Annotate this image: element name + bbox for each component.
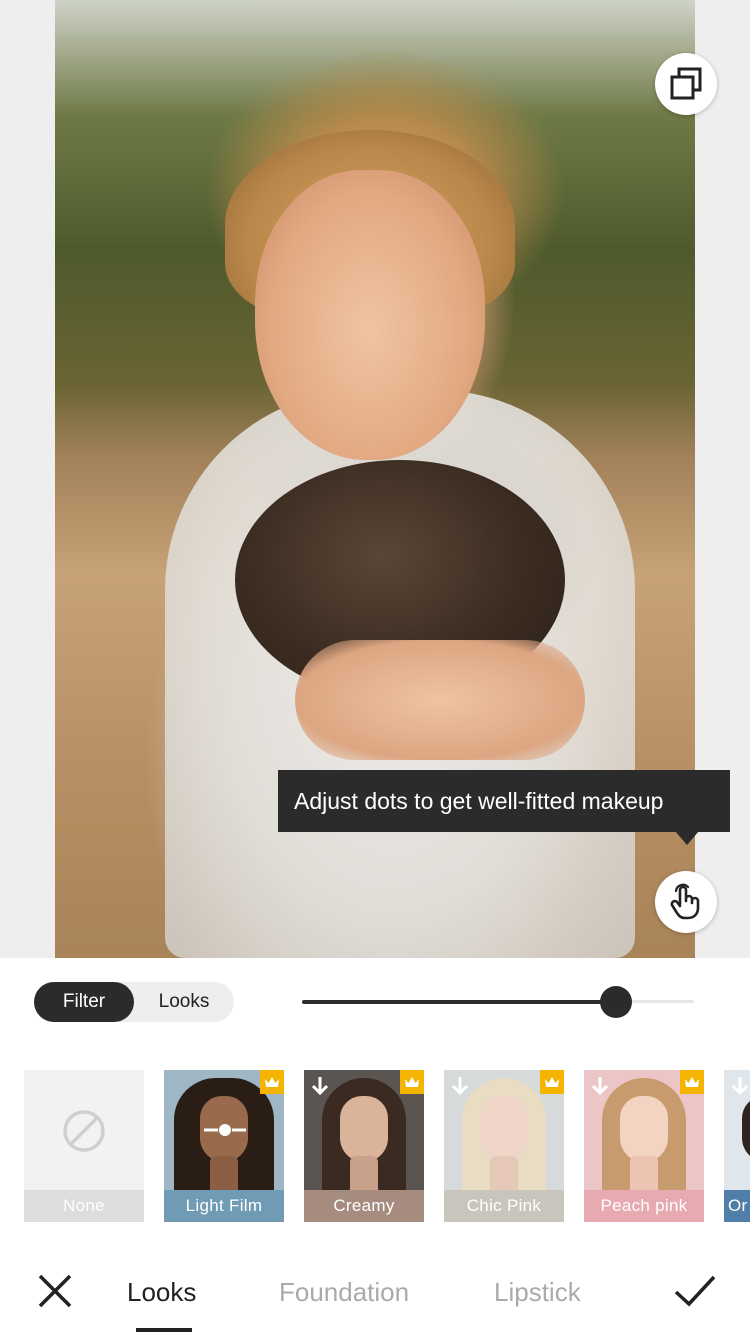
preset-label: Chic Pink	[444, 1190, 564, 1222]
compare-button[interactable]	[655, 53, 717, 115]
download-icon	[308, 1074, 332, 1098]
active-tab-indicator	[136, 1328, 192, 1332]
preset-label: Or	[724, 1190, 750, 1222]
tab-looks[interactable]: Looks	[127, 1274, 196, 1310]
preset-none[interactable]: None	[24, 1070, 144, 1222]
preset-label: Creamy	[304, 1190, 424, 1222]
preset-creamy[interactable]: Creamy	[304, 1070, 424, 1222]
hint-tooltip: Adjust dots to get well-fitted makeup	[278, 770, 730, 832]
preset-label: Light Film	[164, 1190, 284, 1222]
crown-icon	[260, 1070, 284, 1094]
slider-fill	[302, 999, 616, 1004]
compare-icon	[670, 67, 702, 100]
toggle-filter[interactable]: Filter	[34, 982, 134, 1022]
download-icon	[728, 1074, 750, 1098]
checkmark-icon	[674, 1275, 716, 1307]
toggle-looks[interactable]: Looks	[134, 982, 234, 1022]
confirm-button[interactable]	[672, 1272, 718, 1310]
crown-icon	[400, 1070, 424, 1094]
preset-or[interactable]: Or	[724, 1070, 750, 1222]
preset-chic-pink[interactable]: Chic Pink	[444, 1070, 564, 1222]
preset-peach-pink[interactable]: Peach pink	[584, 1070, 704, 1222]
intensity-slider[interactable]	[302, 986, 694, 1018]
filter-looks-toggle: Filter Looks	[34, 982, 234, 1022]
crown-icon	[540, 1070, 564, 1094]
tab-foundation[interactable]: Foundation	[279, 1274, 409, 1310]
download-icon	[588, 1074, 612, 1098]
close-button[interactable]	[36, 1272, 74, 1310]
photo-canvas: Adjust dots to get well-fitted makeup	[0, 0, 750, 958]
none-icon	[63, 1110, 105, 1152]
close-icon	[38, 1274, 72, 1308]
download-icon	[448, 1074, 472, 1098]
preset-light-film[interactable]: Light Film	[164, 1070, 284, 1222]
slider-knob[interactable]	[599, 986, 632, 1018]
adjust-icon	[204, 1124, 246, 1136]
preset-label: Peach pink	[584, 1190, 704, 1222]
hand-pointer-icon	[670, 883, 700, 920]
tab-lipstick[interactable]: Lipstick	[494, 1274, 581, 1310]
tooltip-arrow	[675, 831, 699, 845]
preset-label: None	[24, 1190, 144, 1222]
bottom-nav: Looks Foundation Lipstick	[0, 1250, 750, 1334]
adjust-dots-button[interactable]	[655, 871, 717, 933]
crown-icon	[680, 1070, 704, 1094]
preset-list: None Light Film Creamy Chic Pink Peach p…	[24, 1070, 750, 1222]
